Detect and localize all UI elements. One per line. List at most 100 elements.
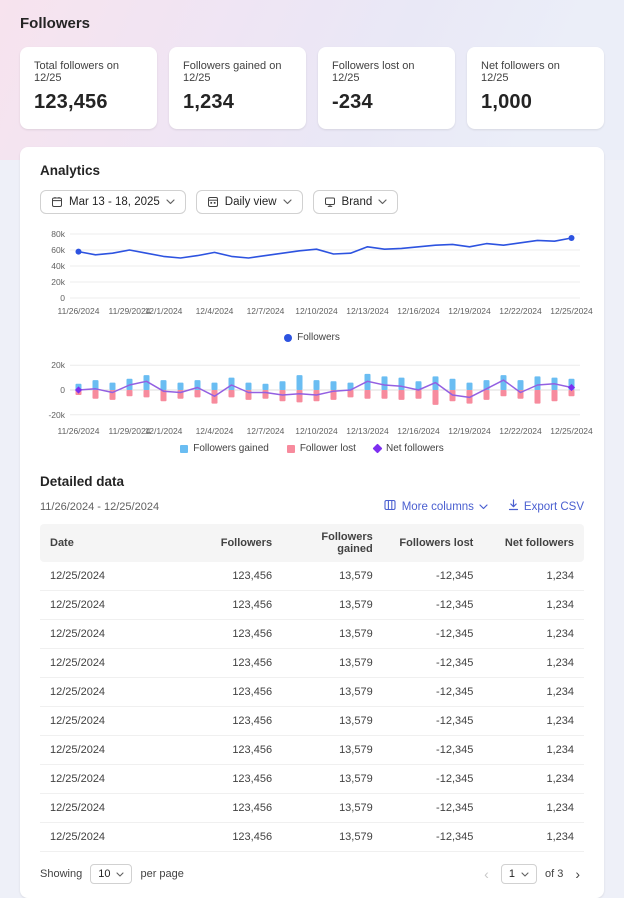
stat-value: 1,000: [481, 91, 590, 114]
more-columns-button[interactable]: More columns: [384, 499, 488, 514]
table-cell: 12/25/2024: [40, 649, 181, 678]
svg-text:12/22/2024: 12/22/2024: [499, 426, 542, 436]
svg-text:11/26/2024: 11/26/2024: [58, 306, 100, 316]
svg-text:60k: 60k: [51, 245, 65, 255]
legend-item-followers: Followers: [284, 332, 340, 343]
svg-text:0: 0: [60, 293, 65, 303]
stats-row: Total followers on 12/25 123,456 Followe…: [20, 47, 604, 129]
per-page-select[interactable]: 10: [90, 864, 132, 884]
table-cell: 12/25/2024: [40, 823, 181, 852]
table-cell: -12,345: [383, 823, 484, 852]
svg-text:12/16/2024: 12/16/2024: [397, 426, 440, 436]
gained-legend-swatch: [180, 445, 188, 453]
columns-icon: [384, 499, 397, 514]
table-cell: 1,234: [483, 649, 584, 678]
legend-item-followers-gained: Followers gained: [180, 443, 269, 454]
table-cell: 13,579: [282, 562, 383, 591]
table-cell: 12/25/2024: [40, 591, 181, 620]
net-legend-swatch: [373, 444, 383, 454]
svg-text:0: 0: [60, 385, 65, 395]
table-cell: 123,456: [181, 649, 282, 678]
table-cell: 12/25/2024: [40, 736, 181, 765]
table-row: 12/25/2024123,45613,579-12,3451,234: [40, 562, 584, 591]
brand-filter-label: Brand: [342, 196, 373, 208]
svg-text:12/19/2024: 12/19/2024: [448, 426, 491, 436]
svg-text:12/19/2024: 12/19/2024: [448, 306, 491, 316]
chevron-down-icon: [378, 199, 387, 205]
stat-card-total-followers: Total followers on 12/25 123,456: [20, 47, 157, 129]
followers-line-chart: 020k40k60k80k11/26/202411/29/202412/1/20…: [40, 228, 584, 343]
svg-text:12/10/2024: 12/10/2024: [295, 306, 338, 316]
table-header-row: Date Followers Followers gained Follower…: [40, 524, 584, 562]
stat-value: 123,456: [34, 91, 143, 114]
svg-text:12/13/2024: 12/13/2024: [346, 426, 389, 436]
table-cell: -12,345: [383, 562, 484, 591]
table-cell: 123,456: [181, 765, 282, 794]
svg-text:11/26/2024: 11/26/2024: [58, 426, 100, 436]
date-range-filter[interactable]: Mar 13 - 18, 2025: [40, 190, 186, 214]
calendar-view-icon: [207, 196, 219, 208]
table-cell: 12/25/2024: [40, 620, 181, 649]
per-page-value: 10: [98, 868, 110, 880]
table-cell: 1,234: [483, 707, 584, 736]
more-columns-label: More columns: [402, 501, 474, 513]
table-cell: 13,579: [282, 678, 383, 707]
svg-text:80k: 80k: [51, 229, 65, 239]
page-content: Followers Total followers on 12/25 123,4…: [0, 0, 624, 898]
svg-text:20k: 20k: [51, 277, 65, 287]
table-cell: 13,579: [282, 823, 383, 852]
table-cell: -12,345: [383, 707, 484, 736]
per-page-label: per page: [140, 868, 183, 880]
table-cell: 1,234: [483, 678, 584, 707]
stat-card-followers-lost: Followers lost on 12/25 -234: [318, 47, 455, 129]
table-cell: -12,345: [383, 794, 484, 823]
table-cell: 1,234: [483, 562, 584, 591]
chevron-down-icon: [166, 199, 175, 205]
table-cell: 1,234: [483, 591, 584, 620]
view-granularity-filter[interactable]: Daily view: [196, 190, 303, 214]
detailed-data-section: Detailed data 11/26/2024 - 12/25/2024 Mo…: [40, 474, 584, 884]
legend-label: Followers gained: [193, 443, 269, 454]
table-cell: 12/25/2024: [40, 794, 181, 823]
stat-label: Total followers on 12/25: [34, 60, 143, 84]
table-cell: -12,345: [383, 736, 484, 765]
svg-text:12/25/2024: 12/25/2024: [550, 306, 593, 316]
table-row: 12/25/2024123,45613,579-12,3451,234: [40, 591, 584, 620]
column-header-date: Date: [40, 524, 181, 562]
svg-text:12/4/2024: 12/4/2024: [196, 426, 234, 436]
svg-text:12/22/2024: 12/22/2024: [499, 306, 542, 316]
next-page-button[interactable]: ›: [571, 865, 584, 883]
table-cell: 123,456: [181, 562, 282, 591]
table-row: 12/25/2024123,45613,579-12,3451,234: [40, 649, 584, 678]
svg-text:12/13/2024: 12/13/2024: [346, 306, 389, 316]
brand-filter[interactable]: Brand: [313, 190, 399, 214]
column-header-net-followers: Net followers: [483, 524, 584, 562]
legend-label: Follower lost: [300, 443, 356, 454]
export-csv-button[interactable]: Export CSV: [508, 499, 584, 514]
previous-page-button[interactable]: ‹: [480, 865, 493, 883]
svg-text:40k: 40k: [51, 261, 65, 271]
stat-label: Net followers on 12/25: [481, 60, 590, 84]
followers-legend-dot: [284, 334, 292, 342]
stat-value: -234: [332, 91, 441, 114]
legend-item-net-followers: Net followers: [374, 443, 444, 454]
stat-value: 1,234: [183, 91, 292, 114]
table-cell: 1,234: [483, 736, 584, 765]
stat-card-followers-gained: Followers gained on 12/25 1,234: [169, 47, 306, 129]
svg-text:12/10/2024: 12/10/2024: [295, 426, 338, 436]
column-header-followers-lost: Followers lost: [383, 524, 484, 562]
table-row: 12/25/2024123,45613,579-12,3451,234: [40, 794, 584, 823]
table-date-range: 11/26/2024 - 12/25/2024: [40, 501, 159, 513]
chevron-down-icon: [521, 868, 529, 880]
table-row: 12/25/2024123,45613,579-12,3451,234: [40, 765, 584, 794]
table-cell: 12/25/2024: [40, 765, 181, 794]
svg-text:12/4/2024: 12/4/2024: [196, 306, 234, 316]
table-row: 12/25/2024123,45613,579-12,3451,234: [40, 678, 584, 707]
table-cell: 123,456: [181, 736, 282, 765]
table-cell: 123,456: [181, 794, 282, 823]
table-footer: Showing 10 per page ‹ 1: [40, 864, 584, 884]
date-range-filter-label: Mar 13 - 18, 2025: [69, 196, 160, 208]
table-cell: 123,456: [181, 707, 282, 736]
svg-text:12/1/2024: 12/1/2024: [145, 426, 183, 436]
page-select[interactable]: 1: [501, 864, 537, 884]
